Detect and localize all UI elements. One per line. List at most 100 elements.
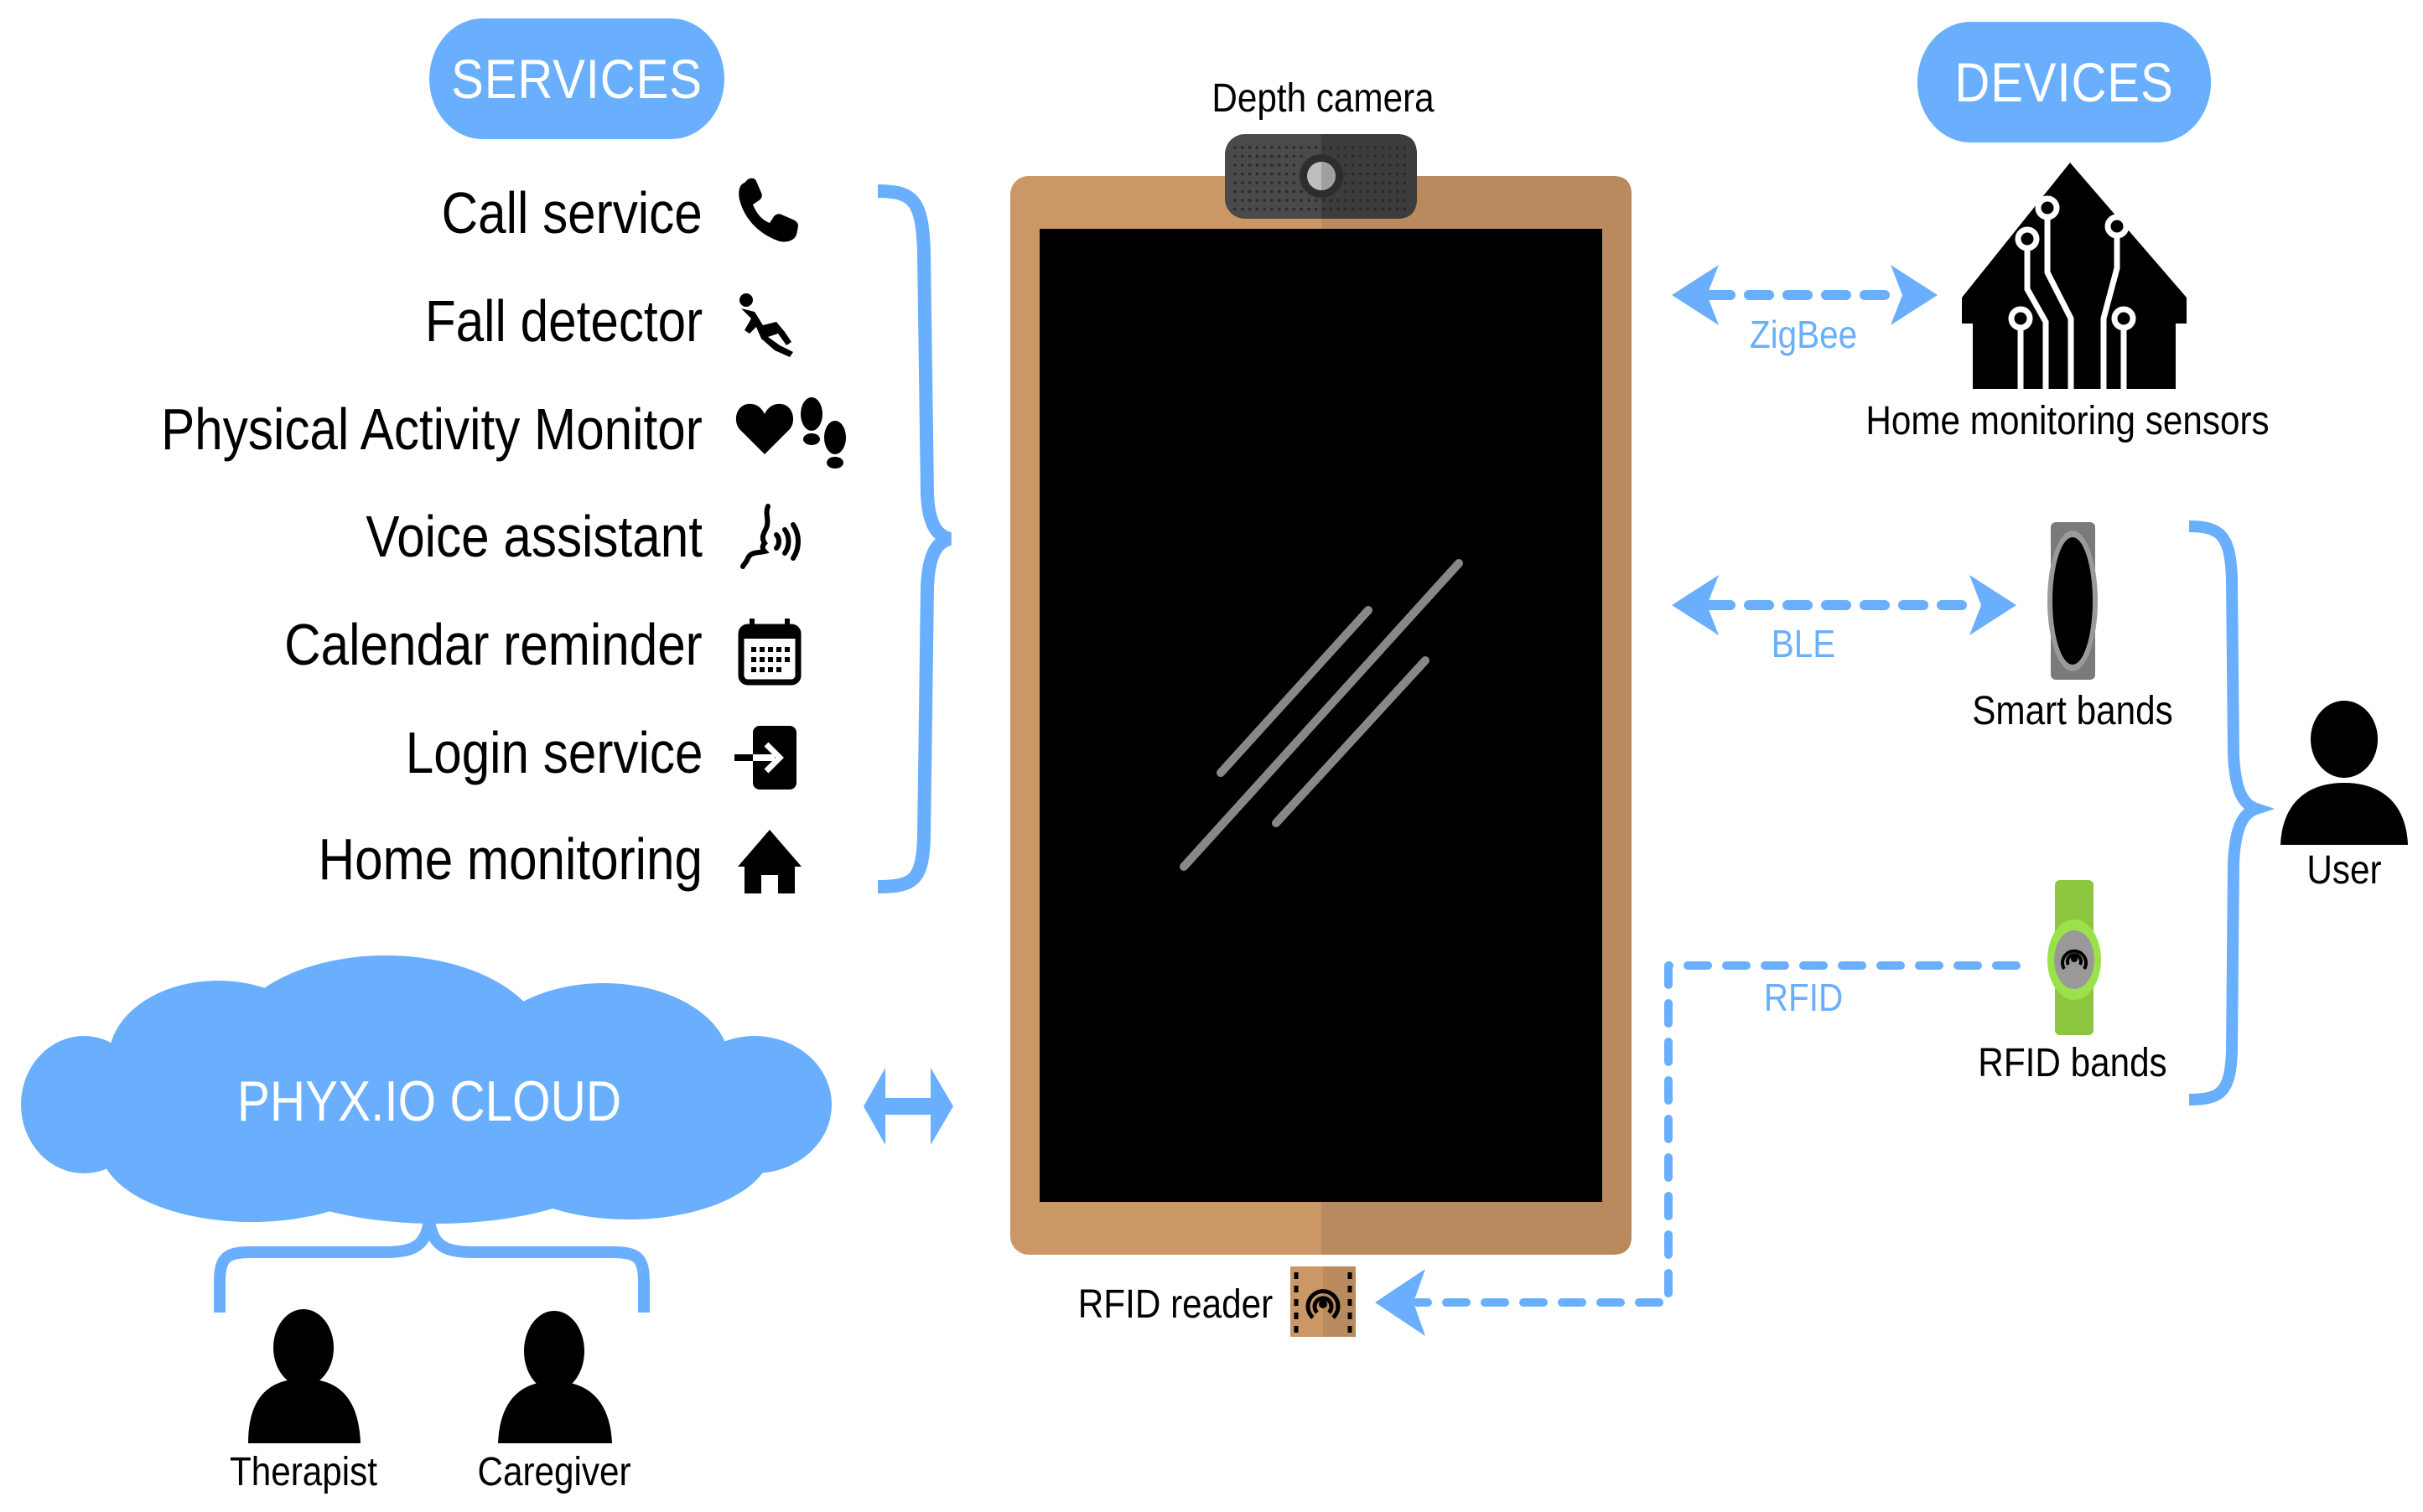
home-icon bbox=[738, 830, 802, 893]
camera-grille-dot bbox=[1241, 207, 1244, 211]
login-icon bbox=[734, 726, 796, 790]
speaking-head-icon bbox=[740, 504, 801, 569]
camera-grille-dot bbox=[1270, 146, 1274, 149]
camera-grille-dot bbox=[1270, 189, 1274, 194]
camera-grille-dot bbox=[1284, 207, 1289, 211]
camera-grille-dot bbox=[1358, 181, 1362, 184]
camera-grille-dot bbox=[1284, 163, 1289, 167]
camera-grille-dot bbox=[1241, 172, 1244, 176]
camera-grille-dot bbox=[1373, 207, 1377, 211]
camera-grille-dot bbox=[1315, 146, 1318, 149]
camera-grille-dot bbox=[1270, 199, 1274, 202]
camera-grille-dot bbox=[1403, 172, 1407, 176]
camera-grille-dot bbox=[1284, 146, 1289, 149]
camera-grille-dot bbox=[1381, 199, 1384, 202]
camera-grille-dot bbox=[1366, 181, 1370, 184]
camera-grille-dot bbox=[1300, 154, 1303, 158]
camera-grille-dot bbox=[1395, 163, 1399, 167]
camera-grille-dot bbox=[1263, 172, 1266, 176]
camera-grille-dot bbox=[1263, 154, 1266, 158]
camera-grille-dot bbox=[1233, 199, 1237, 202]
camera-grille-dot bbox=[1292, 163, 1296, 167]
camera-grille-dot bbox=[1395, 154, 1399, 158]
camera-grille-dot bbox=[1263, 207, 1266, 211]
camera-grille-dot bbox=[1255, 172, 1259, 176]
therapist-label: Therapist bbox=[229, 1450, 378, 1494]
camera-grille-dot bbox=[1292, 207, 1296, 211]
camera-grille-dot bbox=[1373, 181, 1377, 184]
people-brace bbox=[214, 1219, 650, 1313]
camera-grille-dot bbox=[1233, 207, 1237, 211]
camera-grille-dot bbox=[1248, 163, 1252, 167]
camera-grille-dot bbox=[1233, 146, 1237, 149]
camera-grille-dot bbox=[1315, 199, 1318, 202]
camera-grille-dot bbox=[1315, 207, 1318, 211]
camera-grille-dot bbox=[1366, 199, 1370, 202]
camera-grille-dot bbox=[1358, 146, 1362, 149]
camera-grille-dot bbox=[1263, 199, 1266, 202]
camera-grille-dot bbox=[1278, 154, 1281, 158]
camera-grille-dot bbox=[1358, 172, 1362, 176]
camera-grille-dot bbox=[1255, 154, 1259, 158]
camera-grille-dot bbox=[1307, 199, 1310, 202]
cloud-tablet-arrow bbox=[864, 1068, 953, 1145]
camera-grille-dot bbox=[1403, 181, 1407, 184]
user-brace bbox=[2188, 520, 2275, 1106]
camera-grille-dot bbox=[1292, 189, 1296, 194]
camera-grille-dot bbox=[1263, 181, 1266, 184]
camera-grille-dot bbox=[1233, 189, 1237, 194]
caregiver-icon bbox=[498, 1311, 612, 1443]
camera-grille-dot bbox=[1352, 199, 1355, 202]
camera-grille-dot bbox=[1352, 154, 1355, 158]
camera-grille-dot bbox=[1321, 207, 1326, 211]
camera-grille-dot bbox=[1263, 163, 1266, 167]
camera-grille-dot bbox=[1300, 146, 1303, 149]
camera-grille-dot bbox=[1336, 154, 1340, 158]
camera-grille-dot bbox=[1248, 189, 1252, 194]
camera-grille-dot bbox=[1255, 189, 1259, 194]
camera-grille-dot bbox=[1292, 146, 1296, 149]
rfid-bands-label: RFID bands bbox=[1978, 1041, 2167, 1085]
camera-grille-dot bbox=[1395, 146, 1399, 149]
camera-grille-dot bbox=[1278, 199, 1281, 202]
camera-grille-dot bbox=[1278, 146, 1281, 149]
camera-grille-dot bbox=[1241, 163, 1244, 167]
camera-grille-dot bbox=[1284, 172, 1289, 176]
camera-grille-dot bbox=[1248, 146, 1252, 149]
camera-grille-dot bbox=[1388, 199, 1392, 202]
camera-grille-dot bbox=[1403, 146, 1407, 149]
camera-grille-dot bbox=[1270, 172, 1274, 176]
camera-grille-dot bbox=[1403, 199, 1407, 202]
camera-grille-dot bbox=[1344, 146, 1347, 149]
camera-grille-dot bbox=[1284, 199, 1289, 202]
camera-grille-dot bbox=[1395, 199, 1399, 202]
camera-grille-dot bbox=[1366, 207, 1370, 211]
architecture-diagram: SERVICES DEVICES Call service Fall detec… bbox=[0, 0, 2423, 1512]
camera-grille-dot bbox=[1388, 146, 1392, 149]
therapist-icon bbox=[248, 1309, 361, 1443]
camera-grille-dot bbox=[1329, 207, 1333, 211]
camera-grille-dot bbox=[1233, 163, 1237, 167]
camera-grille-dot bbox=[1352, 207, 1355, 211]
camera-grille-dot bbox=[1248, 172, 1252, 176]
camera-grille-dot bbox=[1358, 207, 1362, 211]
camera-grille-dot bbox=[1358, 154, 1362, 158]
camera-grille-dot bbox=[1300, 207, 1303, 211]
camera-grille-dot bbox=[1381, 189, 1384, 194]
smart-band-icon bbox=[2047, 522, 2098, 680]
camera-grille-dot bbox=[1381, 172, 1384, 176]
camera-grille-dot bbox=[1307, 207, 1310, 211]
camera-grille-dot bbox=[1344, 154, 1347, 158]
ble-arrow bbox=[1672, 575, 2016, 635]
camera-grille-dot bbox=[1381, 163, 1384, 167]
camera-grille-dot bbox=[1344, 199, 1347, 202]
camera-grille-dot bbox=[1241, 199, 1244, 202]
camera-grille-dot bbox=[1381, 181, 1384, 184]
user-icon bbox=[2280, 701, 2408, 845]
camera-grille-dot bbox=[1388, 181, 1392, 184]
camera-grille-dot bbox=[1255, 163, 1259, 167]
camera-grille-dot bbox=[1248, 154, 1252, 158]
camera-grille-dot bbox=[1344, 172, 1347, 176]
camera-grille-dot bbox=[1388, 163, 1392, 167]
camera-grille-dot bbox=[1358, 199, 1362, 202]
